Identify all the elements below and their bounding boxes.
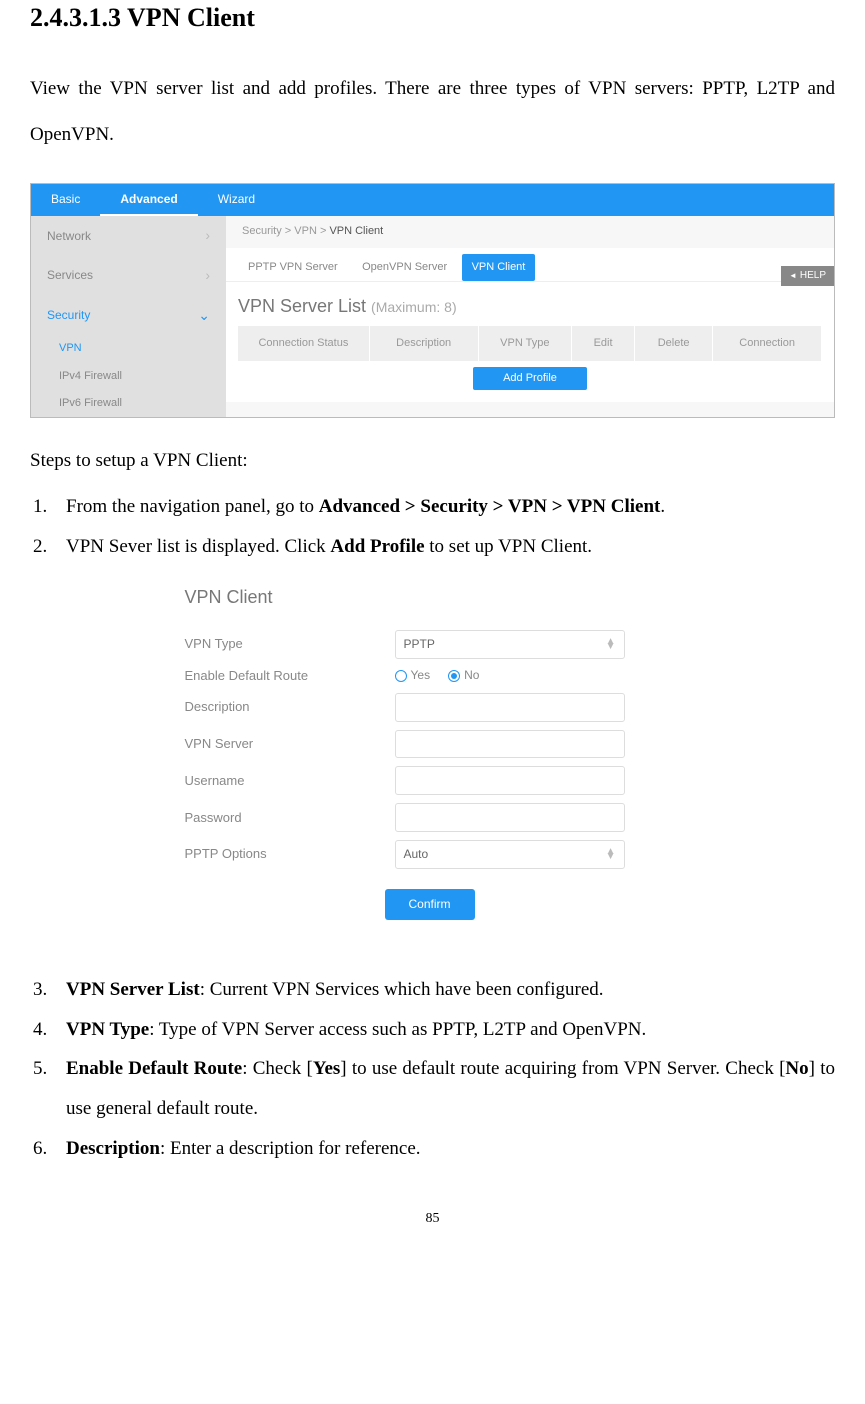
desc-bold: Yes: [313, 1058, 340, 1079]
radio-icon: [395, 670, 407, 682]
vpn-client-form-screenshot: VPN Client VPN Type PPTP ▲▼ Enable Defau…: [173, 575, 693, 930]
sidebar-label: Network: [47, 228, 91, 245]
table-header-row: Connection Status Description VPN Type E…: [238, 326, 822, 361]
tab-openvpn-server[interactable]: OpenVPN Server: [352, 254, 457, 281]
label-description: Description: [185, 698, 385, 716]
label-vpn-server: VPN Server: [185, 735, 385, 753]
chevron-down-icon: ⌄: [198, 306, 210, 326]
label-default-route: Enable Default Route: [185, 667, 385, 685]
sidebar-sub-vpn[interactable]: VPN: [31, 335, 226, 362]
section-heading: 2.4.3.1.3 VPN Client: [30, 0, 835, 36]
router-ui-screenshot: Basic Advanced Wizard Network › Services…: [30, 183, 835, 419]
select-value: PPTP: [404, 636, 435, 653]
label-username: Username: [185, 772, 385, 790]
sidebar-label: Services: [47, 267, 93, 284]
label-password: Password: [185, 809, 385, 827]
col-delete: Delete: [635, 326, 713, 361]
step-text: VPN Sever list is displayed. Click: [66, 536, 330, 557]
col-connection-status: Connection Status: [238, 326, 370, 361]
breadcrumb: Security > VPN > VPN Client: [226, 216, 834, 247]
tab-pptp-server[interactable]: PPTP VPN Server: [238, 254, 348, 281]
breadcrumb-part: VPN >: [294, 225, 329, 237]
desc-text: ] to use default route acquiring from VP…: [340, 1058, 785, 1079]
steps-intro: Steps to setup a VPN Client:: [30, 448, 835, 475]
select-stepper-icon: ▲▼: [606, 639, 616, 649]
desc-item: Enable Default Route: Check [Yes] to use…: [52, 1049, 835, 1129]
radio-no[interactable]: No: [448, 667, 479, 684]
top-nav-bar: Basic Advanced Wizard: [31, 184, 834, 217]
step-bold: Add Profile: [330, 536, 424, 557]
radio-label: Yes: [411, 667, 431, 684]
desc-bold: Description: [66, 1138, 160, 1159]
radio-label: No: [464, 667, 479, 684]
desc-bold: VPN Server List: [66, 979, 200, 1000]
label-pptp-options: PPTP Options: [185, 845, 385, 863]
col-description: Description: [370, 326, 479, 361]
breadcrumb-active: VPN Client: [329, 225, 383, 237]
radio-icon: [448, 670, 460, 682]
desc-text: : Enter a description for reference.: [160, 1138, 421, 1159]
step-text: .: [660, 496, 665, 517]
server-list-subtitle: (Maximum: 8): [371, 299, 457, 315]
chevron-right-icon: ›: [205, 226, 210, 246]
desc-text: : Check [: [242, 1058, 313, 1079]
chevron-right-icon: ›: [205, 266, 210, 286]
intro-paragraph: View the VPN server list and add profile…: [30, 66, 835, 157]
select-value: Auto: [404, 846, 429, 863]
label-vpn-type: VPN Type: [185, 635, 385, 653]
desc-item: Description: Enter a description for ref…: [52, 1129, 835, 1169]
desc-bold: No: [785, 1058, 808, 1079]
server-list-title: VPN Server List: [238, 296, 371, 316]
desc-item: VPN Type: Type of VPN Server access such…: [52, 1010, 835, 1050]
step-item: From the navigation panel, go to Advance…: [52, 487, 835, 527]
nav-advanced[interactable]: Advanced: [100, 184, 197, 217]
help-button[interactable]: HELP: [781, 266, 834, 286]
desc-bold: Enable Default Route: [66, 1058, 242, 1079]
tab-vpn-client[interactable]: VPN Client: [462, 254, 536, 281]
desc-bold: VPN Type: [66, 1019, 149, 1040]
desc-text: : Type of VPN Server access such as PPTP…: [149, 1019, 646, 1040]
tabs-row: PPTP VPN Server OpenVPN Server VPN Clien…: [226, 248, 834, 282]
step-bold: Advanced > Security > VPN > VPN Client: [319, 496, 661, 517]
sidebar-sub-ipv4[interactable]: IPv4 Firewall: [31, 363, 226, 390]
col-vpn-type: VPN Type: [479, 326, 573, 361]
input-description[interactable]: [395, 693, 625, 722]
input-vpn-server[interactable]: [395, 730, 625, 759]
sidebar-sub-ipv6[interactable]: IPv6 Firewall: [31, 390, 226, 417]
add-profile-button[interactable]: Add Profile: [473, 367, 587, 390]
step-text: From the navigation panel, go to: [66, 496, 319, 517]
step-item: VPN Sever list is displayed. Click Add P…: [52, 527, 835, 567]
nav-wizard[interactable]: Wizard: [198, 184, 275, 217]
input-username[interactable]: [395, 766, 625, 795]
col-edit: Edit: [572, 326, 635, 361]
confirm-button[interactable]: Confirm: [385, 889, 475, 920]
nav-basic[interactable]: Basic: [31, 184, 100, 217]
input-password[interactable]: [395, 803, 625, 832]
radio-yes[interactable]: Yes: [395, 667, 431, 684]
sidebar-label: Security: [47, 307, 90, 324]
sidebar-item-services[interactable]: Services ›: [31, 256, 226, 296]
select-pptp-options[interactable]: Auto ▲▼: [395, 840, 625, 869]
page-number: 85: [30, 1209, 835, 1229]
form-title: VPN Client: [173, 585, 693, 610]
step-text: to set up VPN Client.: [425, 536, 593, 557]
breadcrumb-part: Security >: [242, 225, 294, 237]
sidebar-item-security[interactable]: Security ⌄: [31, 296, 226, 336]
sidebar-item-network[interactable]: Network ›: [31, 216, 226, 256]
desc-item: VPN Server List: Current VPN Services wh…: [52, 970, 835, 1010]
select-vpn-type[interactable]: PPTP ▲▼: [395, 630, 625, 659]
select-stepper-icon: ▲▼: [606, 849, 616, 859]
desc-text: : Current VPN Services which have been c…: [200, 979, 604, 1000]
sidebar-nav: Network › Services › Security ⌄ VPN IPv4…: [31, 216, 226, 417]
col-connection: Connection: [713, 326, 822, 361]
